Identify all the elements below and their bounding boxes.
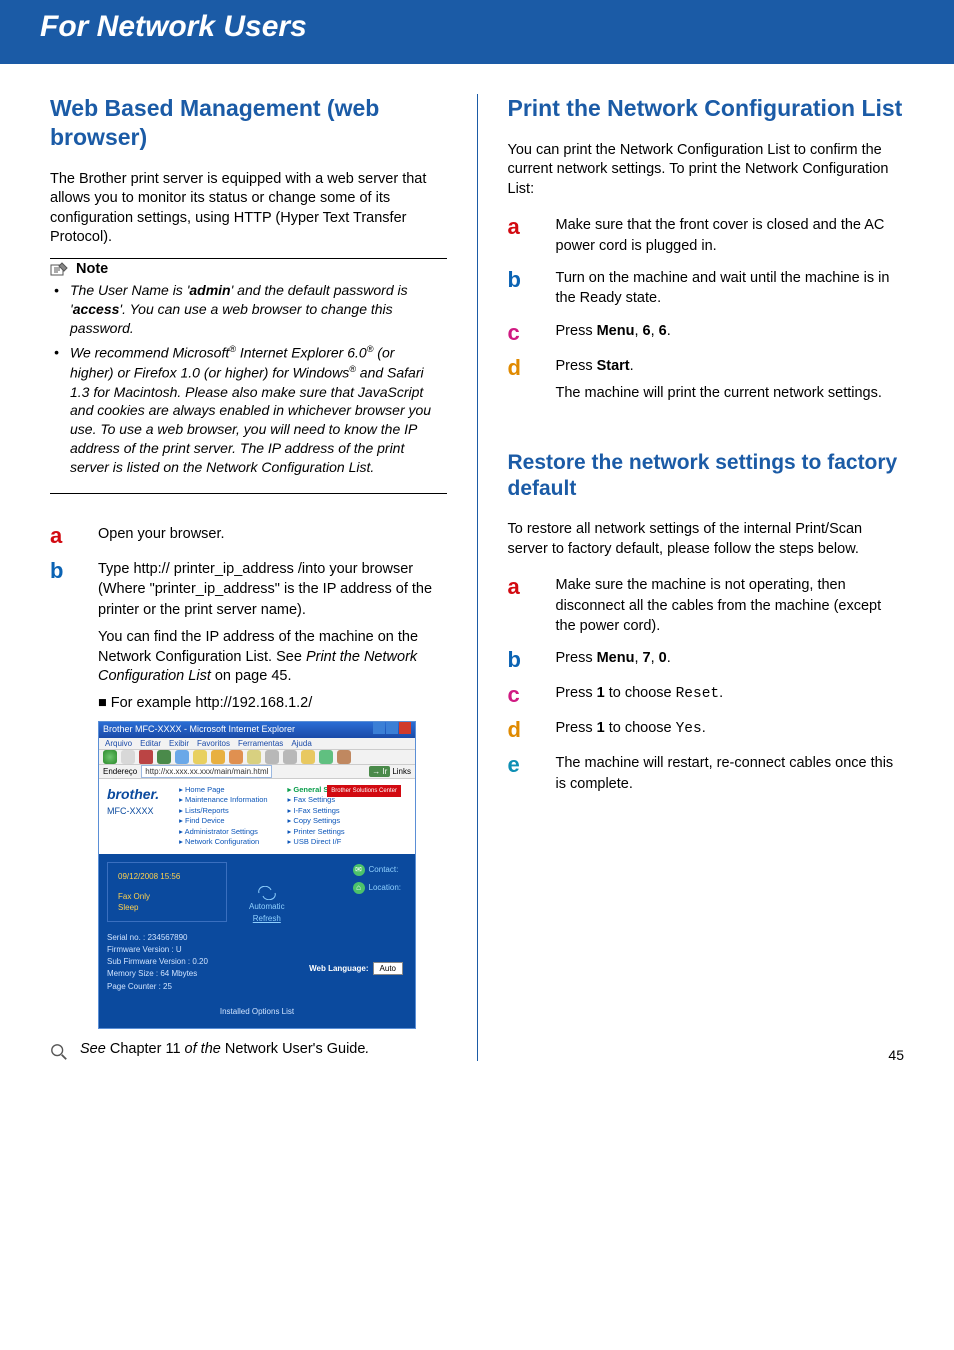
messenger-icon	[319, 750, 333, 764]
ie-menubar: ArquivoEditarExibirFavoritosFerramentasA…	[99, 738, 415, 750]
contact-icon: ✉	[353, 864, 365, 876]
step-letter-c: c	[508, 683, 556, 706]
status-panel: 09/12/2008 15:56 Fax Only Sleep Automati…	[99, 854, 415, 1029]
step-letter-d: d	[508, 356, 556, 379]
stop-icon	[139, 750, 153, 764]
ie-toolbar	[99, 750, 415, 765]
print-step-b: b Turn on the machine and wait until the…	[508, 268, 905, 309]
restore-step-b: b Press Menu, 7, 0.	[508, 648, 905, 671]
two-column-layout: Web Based Management (web browser) The B…	[0, 64, 954, 1081]
step-a-body: Open your browser.	[98, 524, 447, 544]
step-letter-b: b	[508, 648, 556, 671]
history-icon	[229, 750, 243, 764]
page-banner: For Network Users	[0, 0, 954, 64]
right-column: Print the Network Configuration List You…	[508, 94, 905, 1061]
folder-icon	[301, 750, 315, 764]
note-item-2: We recommend Microsoft® Internet Explore…	[66, 343, 441, 477]
step-a-open-browser: a Open your browser.	[50, 524, 447, 547]
step-letter-a: a	[508, 215, 556, 238]
favorites-icon	[211, 750, 225, 764]
magnifier-icon	[50, 1043, 68, 1061]
window-controls-icon	[373, 722, 411, 738]
ie-address-bar: Endereçohttp://xx.xxx.xx.xxx/main/main.h…	[99, 765, 415, 779]
note-item-1: The User Name is 'admin' and the default…	[66, 281, 441, 338]
step-b-type-url: b Type http:// printer_ip_address /into …	[50, 559, 447, 1029]
ie-content: brother. MFC-XXXX ▸ Home Page ▸ Maintena…	[99, 779, 415, 1029]
installed-options-link: Installed Options List	[107, 1006, 407, 1017]
left-link-column: ▸ Home Page ▸ Maintenance Information ▸ …	[179, 785, 267, 848]
restore-step-a: a Make sure the machine is not operating…	[508, 575, 905, 636]
restore-step-c: c Press 1 to choose Reset.	[508, 683, 905, 706]
refresh-icon	[157, 750, 171, 764]
auto-refresh: Automatic Refresh	[249, 886, 285, 924]
brother-logo: brother.	[107, 785, 159, 805]
print-icon	[265, 750, 279, 764]
intro-print-netconf: You can print the Network Configuration …	[508, 141, 905, 200]
print-step-a: a Make sure that the front cover is clos…	[508, 215, 905, 256]
location-icon: ⌂	[353, 882, 365, 894]
note-label: Note	[76, 261, 108, 277]
refresh-arrows-icon	[257, 886, 277, 900]
search-icon	[193, 750, 207, 764]
ie-titlebar: Brother MFC-XXXX - Microsoft Internet Ex…	[99, 722, 415, 738]
intro-paragraph: The Brother print server is equipped wit…	[50, 170, 447, 248]
restore-step-e: e The machine will restart, re-connect c…	[508, 753, 905, 794]
print-step-c: c Press Menu, 6, 6.	[508, 321, 905, 344]
web-language-selector: Web Language:Auto	[309, 962, 403, 975]
step-letter-b: b	[50, 559, 98, 582]
note-box: Note The User Name is 'admin' and the de…	[50, 258, 447, 494]
left-column: Web Based Management (web browser) The B…	[50, 94, 447, 1061]
solutions-center-button: Brother Solutions Center	[327, 785, 401, 797]
step-letter-a: a	[508, 575, 556, 598]
step-letter-d: d	[508, 718, 556, 741]
forward-icon	[121, 750, 135, 764]
note-header: Note	[50, 261, 447, 277]
model-name: MFC-XXXX	[107, 805, 159, 818]
page-number: 45	[888, 1047, 904, 1063]
edit-icon	[283, 750, 297, 764]
browser-screenshot: Brother MFC-XXXX - Microsoft Internet Ex…	[98, 721, 416, 1029]
section-heading-web-mgmt: Web Based Management (web browser)	[50, 94, 447, 152]
print-step-d: d Press Start. The machine will print th…	[508, 356, 905, 410]
research-icon	[337, 750, 351, 764]
see-reference: See Chapter 11 of the Network User's Gui…	[50, 1041, 447, 1061]
step-b-body: Type http:// printer_ip_address /into yo…	[98, 559, 447, 1029]
step-letter-a: a	[50, 524, 98, 547]
contact-location: ✉Contact: ⌂Location:	[353, 864, 401, 894]
pencil-note-icon	[50, 261, 70, 277]
mail-icon	[247, 750, 261, 764]
section-heading-restore: Restore the network settings to factory …	[508, 450, 905, 503]
step-letter-c: c	[508, 321, 556, 344]
step-letter-e: e	[508, 753, 556, 776]
home-icon	[175, 750, 189, 764]
lcd-display: 09/12/2008 15:56 Fax Only Sleep	[107, 862, 227, 922]
back-icon	[103, 750, 117, 764]
step-letter-b: b	[508, 268, 556, 291]
intro-restore: To restore all network settings of the i…	[508, 520, 905, 559]
note-body: The User Name is 'admin' and the default…	[50, 281, 447, 477]
restore-step-d: d Press 1 to choose Yes.	[508, 718, 905, 741]
section-heading-print-netconf: Print the Network Configuration List	[508, 94, 905, 123]
column-divider	[477, 94, 478, 1061]
